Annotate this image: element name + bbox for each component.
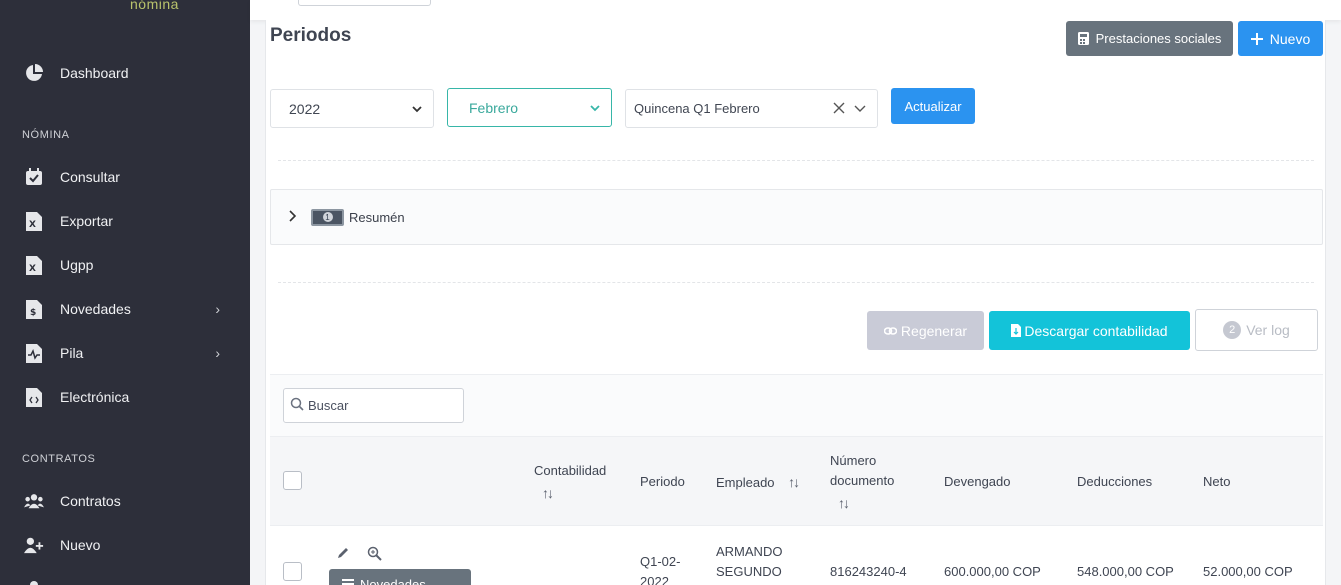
sidebar-item-contratos[interactable]: Contratos (0, 483, 250, 519)
user-icon (24, 579, 44, 585)
divider (278, 282, 1314, 283)
nuevo-button[interactable]: Nuevo (1238, 21, 1323, 56)
pencil-icon[interactable] (336, 546, 350, 565)
year-value: 2022 (289, 100, 321, 117)
resumen-panel[interactable]: 1 Resumén (270, 189, 1323, 245)
period-value: Quincena Q1 Febrero (634, 101, 760, 116)
chevron-down-icon (589, 101, 601, 117)
excel-file-icon: X (24, 255, 44, 275)
cell-periodo: Q1-02- 2022 (640, 554, 681, 585)
cell-devengado: 600.000,00 COP (944, 564, 1041, 579)
file-download-icon (1011, 324, 1022, 337)
select-all-checkbox[interactable] (283, 471, 302, 490)
sort-icon[interactable]: ↑↓ (542, 485, 554, 501)
prestaciones-sociales-button[interactable]: Prestaciones sociales (1066, 21, 1233, 56)
sidebar-item-cut-off[interactable] (0, 571, 250, 585)
users-icon (24, 491, 44, 511)
chevron-down-icon (411, 102, 423, 118)
ver-log-label: Ver log (1246, 322, 1290, 338)
year-select[interactable]: 2022 (270, 89, 434, 128)
sidebar-item-label: Nuevo (60, 537, 101, 553)
cell-empleado: ARMANDO SEGUNDO (716, 544, 783, 579)
search-box[interactable] (283, 388, 464, 423)
column-header-contabilidad[interactable]: Contabilidad ↑↓ (534, 461, 606, 504)
resumen-label: Resumén (349, 209, 405, 225)
sidebar-item-electronica[interactable]: Electrónica (0, 379, 250, 415)
sidebar-item-label: Contratos (60, 493, 121, 509)
novedades-dropdown-button[interactable]: Novedades (329, 569, 471, 585)
heartbeat-file-icon (24, 343, 44, 363)
close-icon[interactable] (833, 102, 845, 117)
column-header-numero-documento[interactable]: Número documento ↑↓ (830, 451, 894, 514)
descargar-label: Descargar contabilidad (1024, 322, 1168, 339)
column-header-periodo: Periodo (640, 474, 685, 489)
sort-icon[interactable]: ↑↓ (838, 495, 850, 511)
user-plus-icon (24, 535, 44, 555)
excel-file-icon: X (24, 211, 44, 231)
calendar-check-icon (24, 167, 44, 187)
column-header-deducciones: Deducciones (1077, 474, 1153, 489)
regenerar-button[interactable]: Regenerar (867, 311, 984, 350)
chevron-right-icon (289, 209, 297, 225)
brand-subtitle: nómina (130, 0, 179, 12)
sidebar-item-label: Electrónica (60, 389, 130, 405)
nuevo-label: Nuevo (1269, 30, 1311, 47)
actualizar-button[interactable]: Actualizar (891, 88, 975, 124)
sidebar-item-nuevo[interactable]: Nuevo (0, 527, 250, 563)
money-bill-icon: 1 (311, 208, 344, 226)
column-header-devengado: Devengado (944, 474, 1011, 489)
top-search-box[interactable] (298, 0, 431, 6)
cell-deducciones: 548.000,00 COP (1077, 564, 1174, 579)
row-checkbox[interactable] (283, 562, 302, 581)
month-select[interactable]: Febrero (447, 88, 612, 127)
month-value: Febrero (469, 99, 519, 116)
novedades-label: Novedades (360, 576, 426, 585)
search-icon (290, 397, 304, 414)
sidebar: nómina Dashboard NÓMINA Consultar X Expo… (0, 0, 250, 585)
sidebar-item-pila[interactable]: Pila › (0, 335, 250, 371)
top-bar (250, 0, 1341, 20)
plus-icon (1250, 32, 1263, 45)
sidebar-item-label: Pila (60, 345, 84, 361)
sidebar-item-ugpp[interactable]: X Ugpp (0, 247, 250, 283)
sidebar-item-dashboard[interactable]: Dashboard (0, 55, 250, 91)
link-sync-icon (883, 326, 897, 336)
cell-documento: 816243240-4 (830, 564, 907, 579)
chevron-right-icon: › (215, 345, 220, 361)
svg-text:X: X (29, 264, 36, 274)
column-header-neto: Neto (1203, 474, 1231, 489)
pie-chart-icon (24, 63, 44, 83)
sidebar-item-label: Novedades (60, 301, 131, 317)
menu-icon (342, 577, 354, 585)
page-title: Periodos (270, 25, 352, 46)
regenerar-label: Regenerar (900, 322, 968, 339)
prestaciones-label: Prestaciones sociales (1095, 31, 1222, 46)
svg-text:$: $ (30, 308, 36, 318)
code-file-icon (24, 387, 44, 407)
sidebar-item-label: Ugpp (60, 257, 94, 273)
cell-neto: 52.000,00 COP (1203, 564, 1293, 579)
calculator-icon (1077, 32, 1089, 45)
divider (278, 160, 1314, 161)
dollar-file-icon: $ (24, 299, 44, 319)
column-header-empleado[interactable]: Empleado ↑↓ (716, 472, 800, 493)
section-title-contratos: CONTRATOS (22, 453, 96, 465)
sidebar-item-label: Dashboard (60, 65, 129, 81)
sidebar-item-consultar[interactable]: Consultar (0, 159, 250, 195)
descargar-contabilidad-button[interactable]: Descargar contabilidad (989, 311, 1190, 350)
search-input[interactable] (308, 398, 458, 413)
zoom-icon[interactable] (367, 546, 382, 566)
log-count-badge: 2 (1223, 321, 1242, 339)
sidebar-item-novedades[interactable]: $ Novedades › (0, 291, 250, 327)
period-select[interactable]: Quincena Q1 Febrero (625, 89, 878, 128)
section-title-nomina: NÓMINA (22, 129, 70, 141)
sidebar-item-exportar[interactable]: X Exportar (0, 203, 250, 239)
ver-log-button[interactable]: 2 Ver log (1195, 309, 1318, 351)
chevron-down-icon (853, 102, 867, 117)
sidebar-item-label: Exportar (60, 213, 113, 229)
sidebar-item-label: Consultar (60, 169, 120, 185)
svg-text:X: X (29, 220, 36, 230)
chevron-right-icon: › (215, 301, 220, 317)
sort-icon[interactable]: ↑↓ (788, 474, 800, 490)
